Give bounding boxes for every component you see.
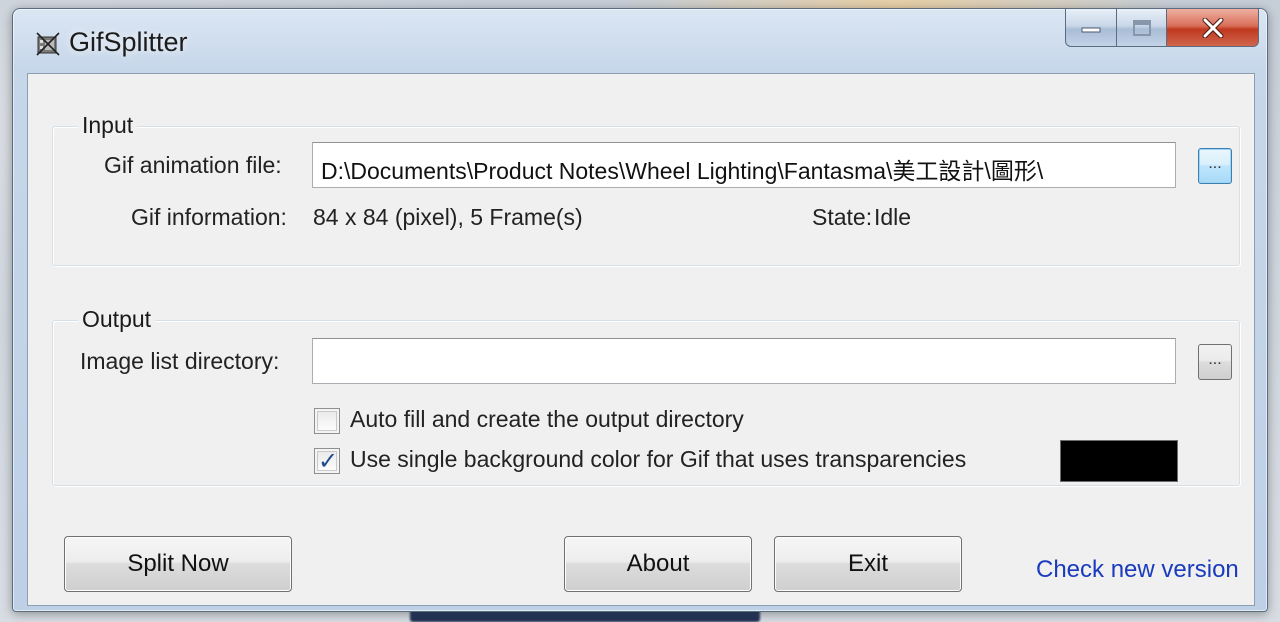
maximize-button[interactable] bbox=[1117, 9, 1167, 47]
split-now-button[interactable]: Split Now bbox=[64, 536, 292, 592]
single-bg-label[interactable]: Use single background color for Gif that… bbox=[350, 446, 966, 473]
browse-gif-file-button[interactable]: ... bbox=[1198, 148, 1232, 184]
checkmark-icon: ✓ bbox=[318, 447, 339, 475]
check-new-version-link[interactable]: Check new version bbox=[1036, 556, 1239, 584]
autofill-label[interactable]: Auto fill and create the output director… bbox=[350, 406, 744, 433]
exit-button[interactable]: Exit bbox=[774, 536, 962, 592]
about-button[interactable]: About bbox=[564, 536, 752, 592]
gif-file-input[interactable]: D:\Documents\Product Notes\Wheel Lightin… bbox=[312, 142, 1176, 188]
state-value: Idle bbox=[874, 204, 912, 230]
close-button[interactable] bbox=[1167, 9, 1259, 47]
caption-buttons bbox=[1065, 9, 1259, 47]
output-group-label: Output bbox=[78, 306, 156, 333]
browse-output-dir-button[interactable]: ... bbox=[1198, 344, 1232, 380]
maximize-icon bbox=[1132, 19, 1151, 36]
gif-info-label: Gif information: bbox=[131, 204, 287, 230]
minimize-button[interactable] bbox=[1065, 9, 1117, 47]
window-title: GifSplitter bbox=[69, 27, 188, 57]
title-bar[interactable]: GifSplitter bbox=[13, 9, 1267, 73]
single-bg-checkbox[interactable]: ✓ bbox=[314, 447, 340, 475]
gif-info-value: 84 x 84 (pixel), 5 Frame(s) bbox=[313, 204, 583, 230]
minimize-icon bbox=[1081, 27, 1101, 32]
gifsplitter-window: GifSplitter Input Gif animation file: D:… bbox=[12, 8, 1268, 612]
state-label: State: bbox=[812, 204, 873, 230]
client-area: Input Gif animation file: D:\Documents\P… bbox=[27, 73, 1255, 606]
gif-file-label: Gif animation file: bbox=[104, 152, 282, 178]
image-dir-input[interactable] bbox=[312, 338, 1176, 384]
image-dir-label: Image list directory: bbox=[80, 348, 280, 374]
input-group-label: Input bbox=[78, 112, 138, 139]
autofill-checkbox[interactable] bbox=[314, 408, 340, 434]
app-film-icon bbox=[36, 32, 60, 56]
close-icon bbox=[1202, 17, 1223, 38]
background-color-swatch[interactable] bbox=[1060, 440, 1178, 482]
